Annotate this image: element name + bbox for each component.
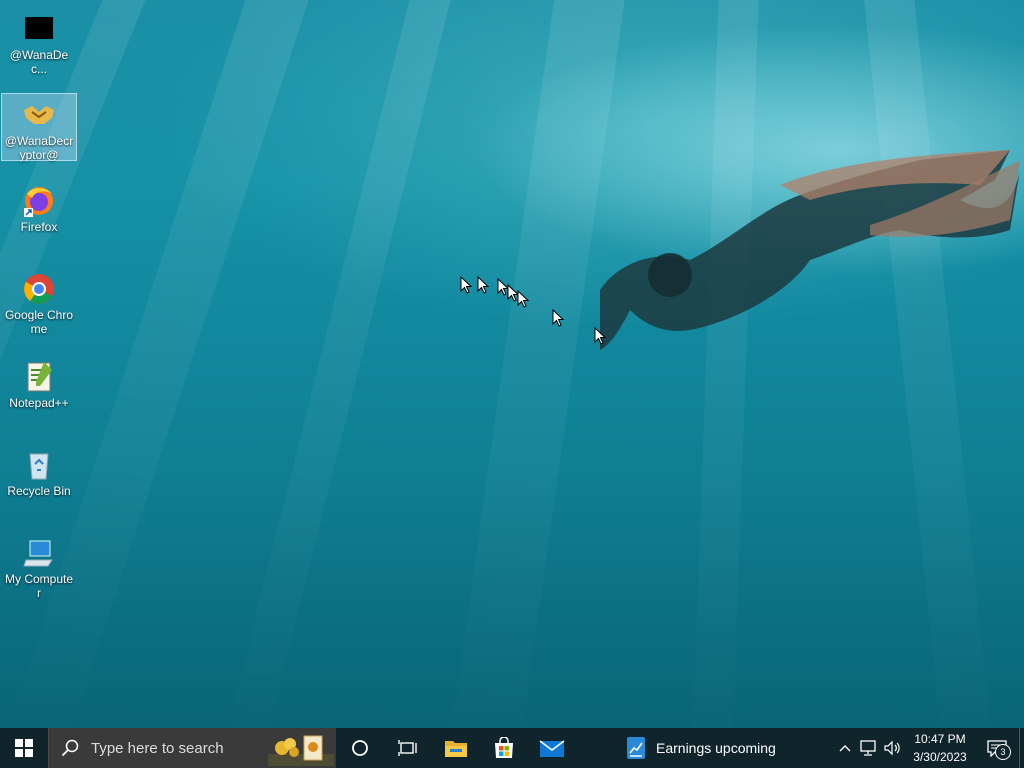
task-view-button[interactable] — [384, 728, 432, 768]
chrome-icon — [22, 272, 56, 306]
light-ray — [860, 0, 996, 728]
desktop-icon-wanadecryptor[interactable]: @WanaDecryptor@ — [1, 93, 77, 162]
network-button[interactable] — [857, 728, 881, 768]
clock-date: 3/30/2023 — [913, 750, 967, 764]
desktop-icon-label: Google Chrome — [4, 308, 74, 336]
notepadpp-icon — [22, 360, 56, 394]
network-icon — [860, 740, 876, 756]
chevron-up-icon — [839, 745, 851, 752]
desktop-icon-label: @WanaDec... — [9, 48, 69, 76]
task-view-icon — [398, 740, 417, 756]
light-ray — [691, 0, 760, 728]
desktop-icon-wanadec-window[interactable]: @WanaDec... — [2, 8, 76, 78]
desktop-icon-label: My Computer — [4, 572, 74, 600]
swimmer-wallpaper-figure — [600, 150, 1020, 350]
folder-icon — [445, 741, 467, 757]
black-window-icon — [22, 12, 56, 46]
search-highlights-icon — [268, 735, 334, 766]
news-widget-label: Earnings upcoming — [656, 740, 776, 756]
desktop-icon-label: Firefox — [20, 220, 58, 234]
news-widget[interactable]: Earnings upcoming — [626, 728, 776, 768]
notification-count-badge: 3 — [995, 744, 1011, 760]
desktop-icon-label: @WanaDecryptor@ — [4, 134, 74, 162]
mouse-cursor-icon — [552, 309, 564, 327]
show-desktop-button[interactable] — [1019, 728, 1024, 768]
taskbar: Type here to search Earnings upcoming 10… — [0, 728, 1024, 768]
desktop-icon-google-chrome[interactable]: Google Chrome — [2, 268, 76, 338]
desktop-icon-label: Recycle Bin — [7, 484, 71, 498]
windows-logo-icon — [15, 739, 33, 757]
desktop-icon-my-computer[interactable]: My Computer — [2, 532, 76, 602]
stock-chart-icon — [627, 737, 645, 759]
system-tray: 10:47 PM 3/30/2023 3 — [833, 728, 1024, 768]
mail-button[interactable] — [528, 728, 576, 768]
action-center-button[interactable]: 3 — [975, 728, 1019, 768]
file-explorer-button[interactable] — [432, 728, 480, 768]
desktop: @WanaDec... @WanaDecryptor@ Firefox Goog… — [0, 0, 1024, 728]
wanadecryptor-handshake-icon — [22, 98, 56, 132]
mouse-cursor-icon — [477, 276, 489, 294]
my-computer-icon — [22, 536, 56, 570]
clock-time: 10:47 PM — [914, 732, 966, 746]
mouse-cursor-icon — [460, 276, 472, 294]
taskbar-search-box[interactable]: Type here to search — [48, 728, 336, 768]
cortana-circle-icon — [352, 740, 368, 756]
desktop-icon-recycle-bin[interactable]: Recycle Bin — [2, 444, 76, 500]
start-button[interactable] — [0, 728, 48, 768]
volume-button[interactable] — [881, 728, 905, 768]
desktop-icon-firefox[interactable]: Firefox — [2, 180, 76, 236]
recycle-bin-icon — [22, 448, 56, 482]
desktop-icon-notepadpp[interactable]: Notepad++ — [2, 356, 76, 412]
microsoft-store-button[interactable] — [480, 728, 528, 768]
show-hidden-icons-button[interactable] — [833, 728, 857, 768]
search-icon — [61, 739, 79, 757]
mouse-cursor-icon — [517, 290, 529, 308]
firefox-icon — [22, 184, 56, 218]
mail-icon — [539, 740, 565, 757]
light-ray — [446, 0, 630, 728]
clock[interactable]: 10:47 PM 3/30/2023 — [905, 728, 975, 768]
speaker-icon — [884, 740, 900, 756]
desktop-icon-label: Notepad++ — [9, 396, 69, 410]
store-icon — [495, 737, 513, 758]
cortana-button[interactable] — [336, 728, 384, 768]
mouse-cursor-icon — [594, 327, 606, 345]
search-placeholder: Type here to search — [91, 739, 224, 757]
